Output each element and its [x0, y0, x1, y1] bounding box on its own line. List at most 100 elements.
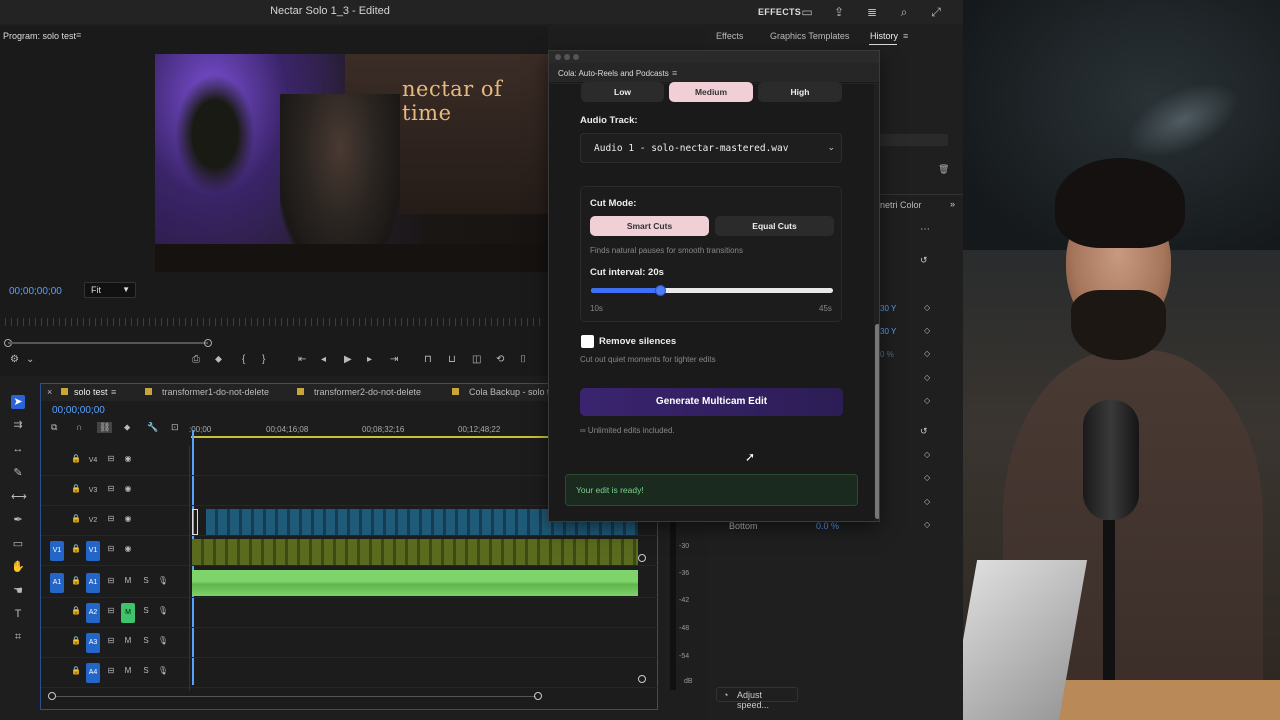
mark-out-icon[interactable]: } [262, 354, 265, 365]
tab-cola-backup[interactable]: Cola Backup - solo tes [469, 387, 559, 397]
insert-icon[interactable]: ◫ [472, 354, 481, 365]
microphone-icon[interactable]: 🎙 [157, 636, 169, 645]
pen-tool-icon[interactable]: ✒ [11, 513, 25, 527]
lock-icon[interactable]: 🔒 [70, 514, 82, 523]
zoom-level-select[interactable]: Fit ▼ [84, 282, 136, 298]
plugin-drag-bar[interactable] [549, 51, 879, 63]
linked-selection-icon[interactable]: ⛓ [97, 422, 113, 433]
timeline-timecode[interactable]: 00;00;00;00 [52, 405, 105, 416]
mute-button-active[interactable]: M [121, 603, 135, 623]
share-icon[interactable]: ⇪ [832, 5, 846, 19]
panel-menu-icon[interactable]: ≡ [111, 387, 116, 397]
add-marker-icon[interactable]: ⬥ [124, 422, 130, 433]
solo-button[interactable]: S [140, 636, 152, 645]
cut-interval-slider[interactable] [591, 285, 833, 296]
keyframe-icon[interactable]: ◇ [924, 373, 930, 382]
export-frame-icon[interactable]: ⎙ [192, 354, 200, 365]
track-label[interactable]: V3 [86, 481, 100, 501]
keyframe-icon[interactable]: ◇ [924, 450, 930, 459]
keyframe-icon[interactable]: ◇ [924, 326, 930, 335]
menu-list-icon[interactable]: ≣ [865, 5, 879, 19]
sync-lock-icon[interactable]: ⊟ [105, 514, 117, 523]
eye-icon[interactable]: ◉ [122, 454, 134, 463]
remove-silences-label[interactable]: Remove silences [599, 336, 676, 347]
solo-button[interactable]: S [140, 666, 152, 675]
tab-solo-test[interactable]: solo test [74, 387, 108, 397]
lock-icon[interactable]: 🔒 [70, 576, 82, 585]
razor-tool-icon[interactable]: ✎ [11, 466, 25, 480]
mute-button[interactable]: M [122, 636, 134, 645]
eye-icon[interactable]: ◉ [122, 544, 134, 553]
track-label[interactable]: A2 [86, 603, 100, 623]
step-forward-icon[interactable]: ▸ [367, 354, 372, 365]
slider-thumb[interactable] [655, 285, 667, 296]
hand-tool-alt-icon[interactable]: ☚ [11, 584, 25, 598]
track-label[interactable]: A1 [86, 573, 100, 593]
sync-lock-icon[interactable]: ⊟ [105, 576, 117, 585]
go-to-in-icon[interactable]: ⇤ [298, 354, 306, 365]
search-icon[interactable]: ⌕ [897, 5, 911, 19]
history-item[interactable] [876, 134, 948, 146]
slip-tool-icon[interactable]: ⟷ [11, 490, 27, 504]
reset-icon[interactable]: ↺ [920, 426, 928, 437]
solo-button[interactable]: S [140, 576, 152, 585]
sensitivity-high[interactable]: High [758, 82, 842, 102]
keyframe-icon[interactable]: ◇ [924, 520, 930, 529]
sync-lock-icon[interactable]: ⊟ [105, 454, 117, 463]
sync-lock-icon[interactable]: ⊟ [105, 606, 117, 615]
scrollbar-thumb[interactable] [875, 324, 879, 519]
settings-icon[interactable]: ⚙ [10, 354, 19, 365]
microphone-icon[interactable]: 🎙 [157, 576, 169, 585]
selection-tool-icon[interactable]: ➤ [11, 395, 25, 409]
cut-mode-equal[interactable]: Equal Cuts [715, 216, 834, 236]
cut-mode-smart[interactable]: Smart Cuts [590, 216, 709, 236]
crop-bottom-value[interactable]: 0.0 % [816, 521, 839, 531]
lock-icon[interactable]: 🔒 [70, 544, 82, 553]
vertical-zoom-handle[interactable] [638, 675, 646, 683]
sync-lock-icon[interactable]: ⊟ [105, 636, 117, 645]
keyframe-icon[interactable]: ◇ [924, 497, 930, 506]
out-handle[interactable] [204, 339, 212, 347]
mark-in-icon[interactable]: { [242, 354, 245, 365]
eye-icon[interactable]: ◉ [122, 514, 134, 523]
window-dot-icon[interactable] [564, 54, 570, 60]
program-ruler[interactable] [5, 318, 545, 326]
lumetri-color-tab[interactable]: netri Color [880, 200, 922, 210]
close-tab-icon[interactable]: × [47, 387, 52, 397]
ripple-edit-icon[interactable]: ↔ [11, 442, 25, 456]
type-tool-icon[interactable]: T [11, 607, 25, 621]
captions-icon[interactable]: ⊡ [171, 422, 179, 433]
param-value[interactable]: 30 Y [880, 304, 896, 313]
extract-icon[interactable]: ⊔ [448, 354, 456, 365]
window-dot-icon[interactable] [573, 54, 579, 60]
chevron-down-icon[interactable]: ⌄ [26, 354, 34, 365]
hand-tool-icon[interactable]: ✋ [11, 560, 25, 574]
workspace-effects-label[interactable]: EFFECTS [758, 7, 801, 17]
more-options-icon[interactable]: ⋯ [920, 224, 930, 235]
trash-icon[interactable]: 🗑 [938, 164, 949, 175]
lift-icon[interactable]: ⊓ [424, 354, 432, 365]
reset-icon[interactable]: ↺ [920, 255, 928, 266]
play-icon[interactable]: ▶ [344, 354, 352, 365]
solo-button[interactable]: S [140, 606, 152, 615]
tab-transformer2[interactable]: transformer2-do-not-delete [314, 387, 421, 397]
eye-icon[interactable]: ◉ [122, 484, 134, 493]
tab-effects[interactable]: Effects [716, 31, 743, 41]
snap-icon[interactable]: ∩ [76, 422, 82, 432]
microphone-icon[interactable]: 🎙 [157, 606, 169, 615]
plugin-title[interactable]: Cola: Auto-Reels and Podcasts [558, 69, 669, 78]
sync-lock-icon[interactable]: ⊟ [105, 484, 117, 493]
audio-track-select[interactable]: Audio 1 - solo-nectar-mastered.wav ⌄ [580, 133, 842, 163]
microphone-icon[interactable]: 🎙 [157, 666, 169, 675]
clip-a1[interactable] [192, 570, 638, 596]
panel-menu-icon[interactable]: ≡ [903, 31, 908, 41]
go-to-out-icon[interactable]: ⇥ [390, 354, 398, 365]
mute-button[interactable]: M [122, 576, 134, 585]
track-select-icon[interactable]: ⇉ [11, 418, 25, 432]
lock-icon[interactable]: 🔒 [70, 454, 82, 463]
clip-start-marker[interactable] [192, 509, 198, 535]
panel-menu-icon[interactable]: ≡ [672, 68, 677, 78]
track-label[interactable]: V1 [86, 541, 100, 561]
horizontal-scroll-handle[interactable] [534, 692, 542, 700]
sensitivity-medium[interactable]: Medium [669, 82, 753, 102]
